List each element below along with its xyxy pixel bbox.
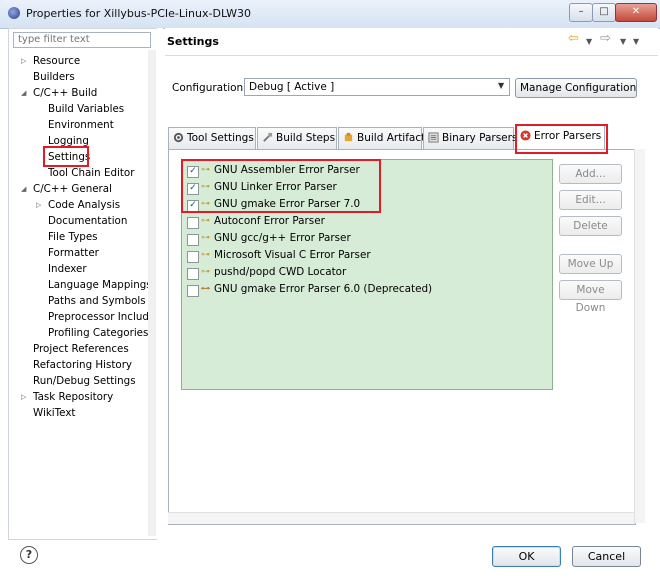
tree-item[interactable]: Tool Chain Editor: [48, 165, 134, 181]
tab-label: Binary Parsers: [442, 132, 518, 144]
parser-key-icon: ⊶: [201, 284, 210, 294]
configuration-value: Debug [ Active ]: [249, 81, 335, 93]
parser-label[interactable]: pushd/popd CWD Locator: [214, 266, 346, 283]
ok-button[interactable]: OK: [492, 546, 561, 567]
tree-item[interactable]: Resource: [33, 53, 80, 69]
parser-label[interactable]: GNU gmake Error Parser 6.0 (Deprecated): [214, 283, 432, 300]
minimize-button[interactable]: –: [569, 3, 593, 22]
tree-item[interactable]: Project References: [33, 341, 129, 357]
parser-key-icon: ⊶: [201, 233, 210, 243]
tree-item[interactable]: Environment: [48, 117, 114, 133]
tree-item[interactable]: Language Mappings: [48, 277, 152, 293]
tree-item[interactable]: C/C++ Build: [33, 85, 97, 101]
tree-item[interactable]: File Types: [48, 229, 98, 245]
close-button[interactable]: ✕: [615, 3, 657, 22]
expand-arrow-icon[interactable]: ▷: [36, 201, 41, 209]
tab-build-steps[interactable]: Build Steps: [257, 127, 337, 149]
tree-item[interactable]: Documentation: [48, 213, 127, 229]
move-down-button[interactable]: Move Down: [559, 280, 622, 314]
edit-button[interactable]: Edit...: [559, 190, 622, 210]
tree-item[interactable]: Task Repository: [33, 389, 113, 405]
panel-horizontal-scrollbar[interactable]: [168, 512, 634, 524]
tab-label: Tool Settings: [187, 132, 254, 144]
dialog-footer: [0, 540, 660, 588]
tree-item[interactable]: Paths and Symbols: [48, 293, 146, 309]
tree-item[interactable]: Formatter: [48, 245, 99, 261]
cancel-button[interactable]: Cancel: [572, 546, 641, 567]
parser-label[interactable]: Autoconf Error Parser: [214, 215, 325, 232]
expand-arrow-icon[interactable]: ▷: [21, 57, 26, 65]
forward-arrow-icon[interactable]: ⇨: [600, 31, 611, 46]
tree-item[interactable]: Build Variables: [48, 101, 124, 117]
expand-arrow-icon[interactable]: ▷: [21, 393, 26, 401]
tab-binary-parsers[interactable]: Binary Parsers: [423, 127, 518, 149]
binary-parsers-icon: [428, 132, 439, 143]
tree-item[interactable]: Builders: [33, 69, 75, 85]
settings-highlight-box: [43, 146, 89, 167]
tab-label: Build Artifact: [357, 132, 426, 144]
parser-label[interactable]: GNU gcc/g++ Error Parser: [214, 232, 351, 249]
tree-item[interactable]: Code Analysis: [48, 197, 120, 213]
eclipse-icon: [8, 7, 20, 19]
maximize-button[interactable]: □: [592, 3, 616, 22]
window-title: Properties for Xillybus-PCIe-Linux-DLW30: [26, 7, 251, 20]
tree-item[interactable]: C/C++ General: [33, 181, 112, 197]
parser-checkbox[interactable]: [187, 234, 199, 246]
manage-configurations-button[interactable]: Manage Configurations...: [515, 78, 637, 98]
chevron-down-icon[interactable]: ▼: [498, 81, 504, 90]
tab-label: Build Steps: [276, 132, 336, 144]
parser-label[interactable]: Microsoft Visual C Error Parser: [214, 249, 371, 266]
tree-item[interactable]: Preprocessor Include: [48, 309, 155, 325]
parser-key-icon: ⊶: [201, 267, 210, 277]
parser-key-icon: ⊶: [201, 216, 210, 226]
checked-parsers-highlight-box: [181, 159, 381, 213]
parser-checkbox[interactable]: [187, 268, 199, 280]
collapse-arrow-icon[interactable]: ◢: [21, 185, 26, 193]
parser-checkbox[interactable]: [187, 217, 199, 229]
panel-vertical-scrollbar[interactable]: [634, 149, 645, 523]
back-history-dropdown[interactable]: ▼: [586, 37, 592, 46]
pane-sash[interactable]: [157, 28, 163, 540]
view-menu-dropdown[interactable]: ▼: [633, 37, 639, 46]
collapse-arrow-icon[interactable]: ◢: [21, 89, 26, 97]
back-arrow-icon[interactable]: ⇦: [568, 31, 579, 46]
forward-history-dropdown[interactable]: ▼: [620, 37, 626, 46]
parser-checkbox[interactable]: [187, 285, 199, 297]
tree-item[interactable]: WikiText: [33, 405, 75, 421]
tree-item[interactable]: Run/Debug Settings: [33, 373, 136, 389]
add-button[interactable]: Add...: [559, 164, 622, 184]
configuration-label: Configuration:: [172, 82, 247, 94]
tree-item[interactable]: Indexer: [48, 261, 87, 277]
tree-item[interactable]: Profiling Categories: [48, 325, 148, 341]
page-title: Settings: [167, 35, 219, 48]
tool-settings-icon: [173, 132, 184, 143]
page-header: [165, 28, 658, 56]
help-icon[interactable]: ?: [20, 546, 38, 564]
parser-checkbox[interactable]: [187, 251, 199, 263]
tree-item[interactable]: Refactoring History: [33, 357, 132, 373]
move-up-button[interactable]: Move Up: [559, 254, 622, 274]
filter-input[interactable]: [13, 32, 151, 48]
tab-build-artifact[interactable]: Build Artifact: [338, 127, 426, 149]
tab-tool-settings[interactable]: Tool Settings: [168, 127, 256, 149]
delete-button[interactable]: Delete: [559, 216, 622, 236]
build-artifact-icon: [344, 132, 353, 142]
build-steps-icon: [263, 132, 273, 142]
error-parsers-tab-highlight-box: [515, 124, 608, 154]
parser-key-icon: ⊶: [201, 250, 210, 260]
tree-scrollbar[interactable]: [148, 50, 156, 536]
